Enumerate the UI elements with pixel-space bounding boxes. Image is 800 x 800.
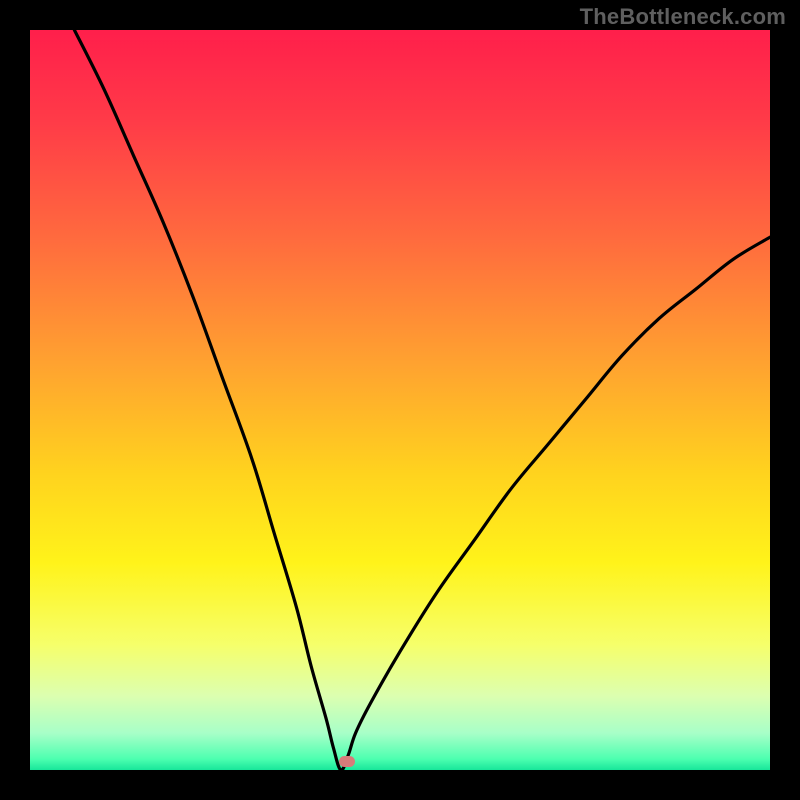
minimum-marker — [339, 756, 355, 767]
chart-frame: TheBottleneck.com — [0, 0, 800, 800]
plot-area — [30, 30, 770, 770]
chart-svg — [30, 30, 770, 770]
watermark-text: TheBottleneck.com — [580, 4, 786, 30]
gradient-rect — [30, 30, 770, 770]
